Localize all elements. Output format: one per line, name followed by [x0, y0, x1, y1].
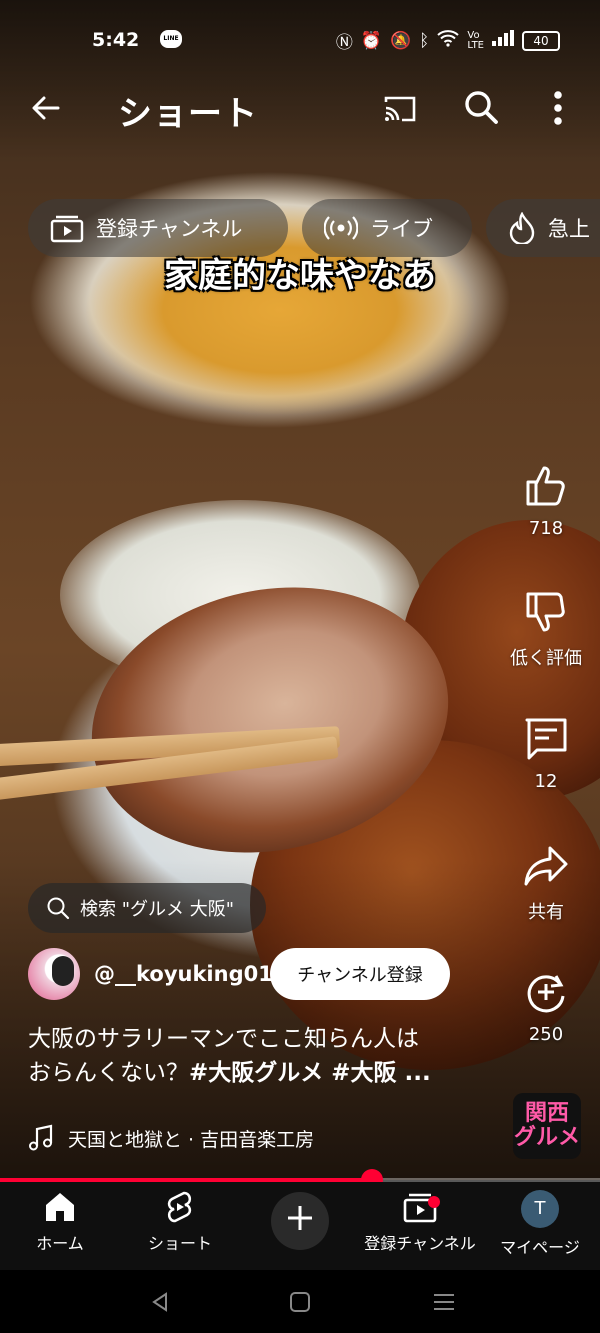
nav-you[interactable]: T マイページ: [480, 1190, 600, 1258]
search-icon: [465, 91, 498, 124]
back-button[interactable]: [28, 90, 64, 126]
channel-row: @__koyuking01 チャンネル登録: [28, 948, 498, 1002]
create-button[interactable]: [271, 1192, 329, 1250]
system-navigation-bar: [0, 1270, 600, 1333]
thumb-up-icon: [526, 466, 565, 506]
nav-create[interactable]: [240, 1190, 360, 1250]
channel-handle[interactable]: @__koyuking01: [94, 962, 273, 986]
nav-home[interactable]: ホーム: [0, 1190, 120, 1254]
search-icon: [47, 897, 70, 920]
more-vert-icon: [554, 91, 562, 125]
back-arrow-icon: [32, 96, 60, 120]
subscribe-button[interactable]: チャンネル登録: [270, 948, 450, 1000]
plus-icon: [288, 1206, 312, 1230]
nav-subscriptions-label: 登録チャンネル: [364, 1234, 476, 1253]
system-back-button[interactable]: [140, 1286, 180, 1318]
remix-button[interactable]: 250: [500, 968, 592, 1045]
bluetooth-icon: ᛒ: [419, 30, 430, 51]
brand-badge-top: 関西: [524, 1101, 569, 1126]
mute-icon: 🔕: [390, 30, 412, 51]
wifi-icon: [437, 29, 460, 52]
sound-title: 天国と地獄と · 吉田音楽工房: [68, 1128, 315, 1151]
description-line-1: 大阪のサラリーマンでここ知らん人は: [28, 1026, 419, 1052]
triangle-back-icon: [152, 1292, 167, 1312]
volte-icon: Vo LTE: [467, 29, 484, 51]
bottom-navigation: ホーム ショート 登録チャンネル T マイページ: [0, 1182, 600, 1270]
page-title: ショート: [118, 94, 258, 134]
line-app-icon: LINE: [160, 30, 182, 48]
battery-icon: 40: [522, 30, 560, 51]
dislike-button[interactable]: 低く評価: [500, 588, 592, 670]
chip-live-label: ライブ: [370, 217, 433, 241]
subscriptions-icon: [50, 215, 84, 243]
chip-subscriptions-label: 登録チャンネル: [96, 217, 243, 241]
share-button[interactable]: 共有: [500, 842, 592, 924]
related-search-pill[interactable]: 検索 "グルメ 大阪": [28, 883, 266, 933]
new-content-dot: [428, 1196, 440, 1208]
comments-button[interactable]: 12: [500, 715, 592, 792]
remix-count: 250: [528, 1024, 564, 1045]
like-button[interactable]: 718: [500, 462, 592, 539]
status-bar: 5:42 LINE Ⓝ ⏰ 🔕 ᛒ Vo LTE 40: [0, 20, 600, 60]
more-options-button[interactable]: [548, 88, 568, 128]
dislike-label: 低く評価: [510, 648, 582, 669]
nav-shorts-label: ショート: [147, 1234, 212, 1253]
search-button[interactable]: [462, 88, 500, 126]
signal-icon: [492, 30, 514, 51]
description-hashtags[interactable]: #大阪グルメ #大阪 ...: [189, 1060, 431, 1086]
nav-shorts[interactable]: ショート: [120, 1190, 240, 1254]
video-description[interactable]: 大阪のサラリーマンでここ知らん人は おらんくない？#大阪グルメ #大阪 ...: [28, 1022, 498, 1090]
brand-badge-bottom: グルメ: [513, 1125, 580, 1150]
like-count: 718: [528, 518, 564, 539]
nfc-icon: Ⓝ: [335, 33, 353, 53]
nav-home-label: ホーム: [36, 1234, 84, 1253]
system-recents-button[interactable]: [424, 1286, 464, 1318]
nav-subscriptions[interactable]: 登録チャンネル: [360, 1190, 480, 1254]
top-app-bar: ショート: [0, 78, 600, 138]
sound-row[interactable]: 天国と地獄と · 吉田音楽工房: [28, 1124, 314, 1152]
home-icon: [46, 1193, 74, 1221]
status-icons: Ⓝ ⏰ 🔕 ᛒ Vo LTE 40: [336, 28, 560, 53]
cast-icon: [384, 96, 416, 122]
square-home-icon: [290, 1292, 310, 1312]
description-text: おらんくない？: [28, 1060, 189, 1086]
alarm-icon: ⏰: [360, 30, 382, 51]
nav-you-label: マイページ: [500, 1238, 580, 1257]
related-search-text: 検索 "グルメ 大阪": [80, 899, 235, 920]
description-line-2: おらんくない？#大阪グルメ #大阪 ...: [28, 1056, 498, 1090]
status-time: 5:42: [92, 29, 140, 51]
shorts-icon: [167, 1191, 192, 1223]
cast-button[interactable]: [382, 90, 418, 126]
chip-trending-label: 急上: [548, 217, 590, 241]
share-label: 共有: [528, 902, 564, 923]
trending-icon: [509, 212, 535, 244]
comment-icon: [525, 718, 567, 760]
channel-avatar[interactable]: [28, 948, 80, 1000]
video-overlay-caption: 家庭的な味やなあ: [164, 256, 436, 296]
live-icon: [324, 216, 358, 240]
user-avatar: T: [521, 1190, 559, 1228]
menu-lines-icon: [434, 1294, 454, 1310]
sound-thumbnail[interactable]: 関西 グルメ: [513, 1093, 581, 1159]
system-home-button[interactable]: [280, 1286, 320, 1318]
music-note-icon: [29, 1124, 53, 1151]
thumb-down-icon: [526, 592, 565, 632]
share-icon: [524, 846, 568, 886]
remix-icon: [527, 975, 565, 1013]
comment-count: 12: [534, 771, 558, 792]
